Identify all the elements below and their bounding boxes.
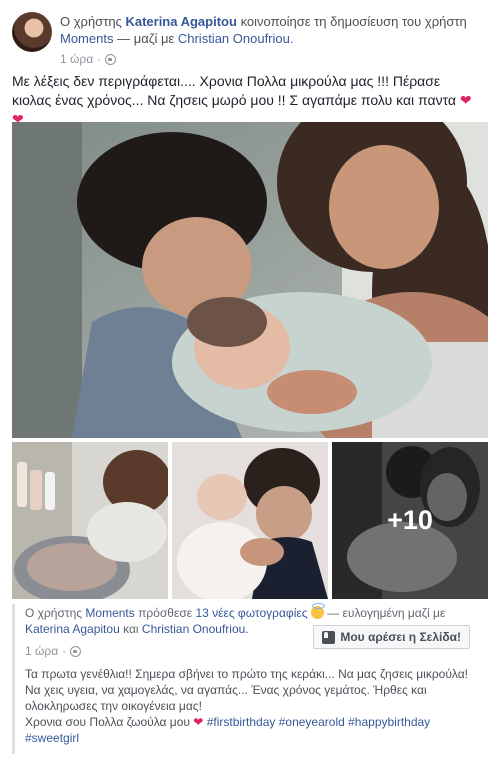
post-message: Με λέξεις δεν περιγράφεται.... Χρονια Πο… [12,73,457,108]
photo-thumbnail[interactable] [12,442,168,599]
shared-prefix: Ο χρήστης [25,606,83,620]
shared-action: πρόσθεσε [138,606,193,620]
shared-post-body: Τα πρωτα γενέθλια!! Σημερα σβήνει το πρώ… [25,666,481,746]
photo-thumbnail[interactable] [172,442,328,599]
source-page-link[interactable]: Moments [60,31,113,46]
heart-emoji-icon: ❤ [193,715,204,729]
post-text: Με λέξεις δεν περιγράφεται.... Χρονια Πο… [12,72,482,129]
shared-feeling: — ευλογημένη μαζί με [310,603,445,620]
photos-link[interactable]: 13 νέες φωτογραφίες [195,606,307,620]
shared-timestamp[interactable]: 1 ώρα [25,644,58,658]
post-header: Ο χρήστης Katerina Agapitou κοινοποίησε … [60,13,480,47]
header-shared-text: κοινοποίησε τη δημοσίευση του χρήστη [240,14,467,29]
globe-icon[interactable] [70,645,82,657]
like-page-label: Μου αρέσει η Σελίδα! [340,630,461,644]
shared-person2-link[interactable]: Christian Onoufriou. [142,622,249,636]
halo-emoji-icon [310,603,325,619]
header-prefix: Ο χρήστης [60,14,122,29]
thumbnail-image [172,442,328,599]
thumbnail-image [12,442,168,599]
main-photo[interactable] [12,122,488,438]
shared-post: Ο χρήστης Moments πρόσθεσε 13 νέες φωτογ… [12,603,488,754]
author-link[interactable]: Katerina Agapitou [125,14,236,29]
like-page-button[interactable]: Μου αρέσει η Σελίδα! [313,625,470,649]
post-meta: 1 ώρα · [60,52,117,66]
photo-thumbnail-more[interactable]: +10 [332,442,488,599]
main-photo-image [12,122,488,438]
shared-body-text: Χρονια σου Πολλα ζωούλα μου [25,715,190,729]
shared-body-line1: Τα πρωτα γενέθλια!! Σημερα σβήνει το πρώ… [25,667,468,713]
feed-post: Ο χρήστης Katerina Agapitou κοινοποίησε … [0,0,495,764]
separator-dot: · [62,644,67,658]
shared-page-link[interactable]: Moments [85,606,134,620]
separator-dot: · [97,52,102,66]
thumbs-up-icon [322,630,336,644]
more-photos-count[interactable]: +10 [332,442,488,599]
author-avatar[interactable] [12,12,52,52]
globe-icon[interactable] [105,53,117,65]
header-with-text: — μαζί με [117,31,175,46]
shared-person1-link[interactable]: Katerina Agapitou [25,622,120,636]
shared-and: και [123,622,139,636]
shared-body-line2: Χρονια σου Πολλα ζωούλα μου ❤ #firstbirt… [25,714,481,746]
tagged-person-link[interactable]: Christian Onoufriou. [178,31,294,46]
post-timestamp[interactable]: 1 ώρα [60,52,93,66]
